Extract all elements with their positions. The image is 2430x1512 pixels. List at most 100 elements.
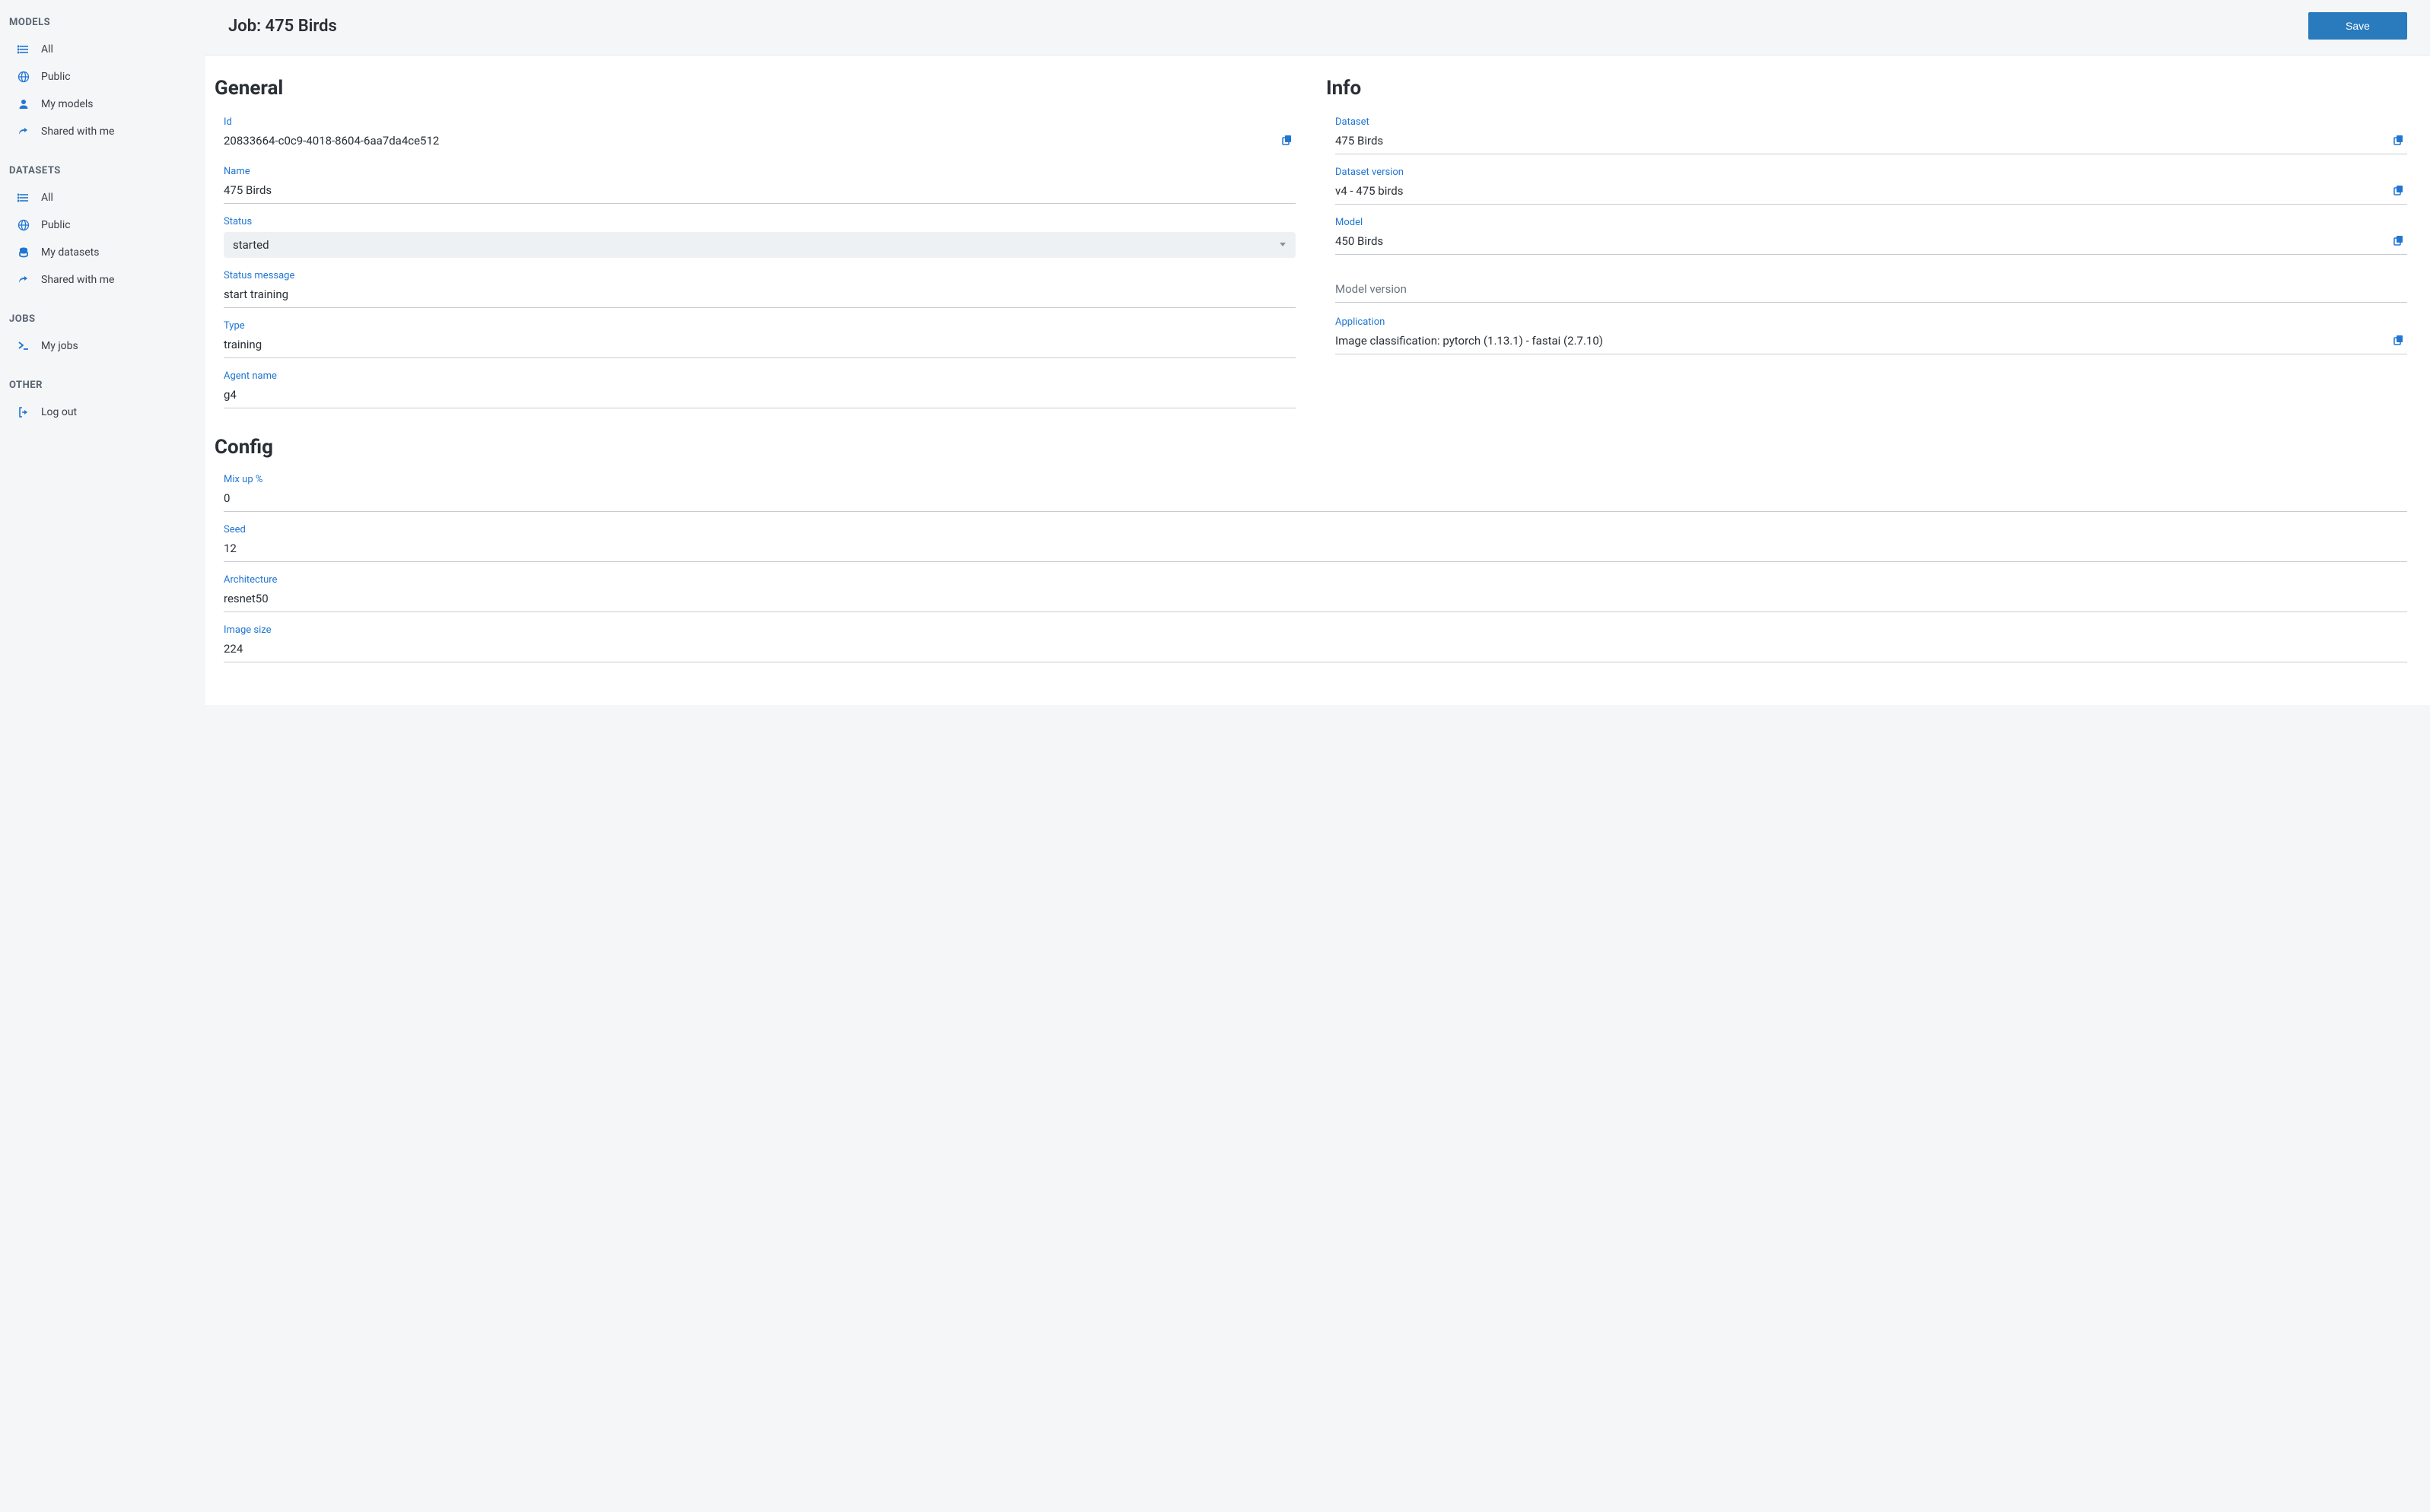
page-header: Job: 475 Birds Save xyxy=(205,0,2430,55)
field-label-seed: Seed xyxy=(224,524,2407,535)
sidebar-item-models-all[interactable]: All xyxy=(8,36,198,63)
sidebar-item-label: Public xyxy=(41,71,71,83)
field-application: Application Image classification: pytorc… xyxy=(1334,316,2407,354)
status-select-value: started xyxy=(233,238,269,252)
field-mixup: Mix up % 0 xyxy=(222,474,2407,512)
open-dataset-button[interactable] xyxy=(2389,132,2407,150)
general-section: General Id 20833664-c0c9-4018-8604-6aa7d… xyxy=(222,77,1296,421)
field-architecture: Architecture resnet50 xyxy=(222,574,2407,612)
sidebar-item-label: My jobs xyxy=(41,340,78,352)
field-label-application: Application xyxy=(1335,316,2407,328)
dataset-version-value: v4 - 475 birds xyxy=(1335,181,2389,201)
mixup-input[interactable]: 0 xyxy=(224,488,2407,508)
field-label-dataset-version: Dataset version xyxy=(1335,167,2407,178)
terminal-icon xyxy=(17,340,30,352)
field-type: Type training xyxy=(222,320,1296,358)
sidebar-item-datasets-all[interactable]: All xyxy=(8,184,198,211)
page-title: Job: 475 Birds xyxy=(228,17,337,36)
field-status-message: Status message start training xyxy=(222,270,1296,308)
type-value: training xyxy=(224,335,1296,354)
field-label-mixup: Mix up % xyxy=(224,474,2407,485)
architecture-input[interactable]: resnet50 xyxy=(224,589,2407,608)
open-dataset-version-button[interactable] xyxy=(2389,183,2407,200)
config-title: Config xyxy=(215,436,2407,459)
field-label-dataset: Dataset xyxy=(1335,116,2407,128)
logout-icon xyxy=(17,406,30,418)
field-label-model-version: Model version xyxy=(1335,279,1407,299)
field-label-name: Name xyxy=(224,166,1296,177)
sidebar-item-models-shared[interactable]: Shared with me xyxy=(8,118,198,145)
application-value: Image classification: pytorch (1.13.1) -… xyxy=(1335,331,2389,351)
status-message-input[interactable]: start training xyxy=(224,284,1296,304)
open-external-icon xyxy=(2392,334,2404,348)
sidebar-item-label: Shared with me xyxy=(41,274,114,286)
image-size-input[interactable]: 224 xyxy=(224,639,2407,659)
sidebar-section-models: MODELS All Public My models xyxy=(8,14,198,145)
field-dataset: Dataset 475 Birds xyxy=(1334,116,2407,154)
open-model-button[interactable] xyxy=(2389,233,2407,250)
field-status: Status started xyxy=(222,216,1296,258)
field-value-id: 20833664-c0c9-4018-8604-6aa7da4ce512 xyxy=(224,131,1277,151)
name-input[interactable]: 475 Birds xyxy=(224,180,1296,200)
chevron-down-icon xyxy=(1279,239,1287,251)
field-label-architecture: Architecture xyxy=(224,574,2407,586)
open-application-button[interactable] xyxy=(2389,332,2407,350)
copy-id-button[interactable] xyxy=(1277,132,1296,150)
sidebar-heading-datasets: DATASETS xyxy=(8,162,198,184)
sidebar-item-label: My datasets xyxy=(41,246,99,259)
info-section: Info Dataset 475 Birds Dataset version xyxy=(1334,77,2407,421)
sidebar-item-my-datasets[interactable]: My datasets xyxy=(8,239,198,266)
user-icon xyxy=(17,98,30,110)
copy-icon xyxy=(1280,134,1293,148)
sidebar-item-label: All xyxy=(41,192,53,204)
info-title: Info xyxy=(1326,77,2407,100)
open-external-icon xyxy=(2392,134,2404,148)
field-label-agent-name: Agent name xyxy=(224,370,1296,382)
sidebar-item-datasets-shared[interactable]: Shared with me xyxy=(8,266,198,294)
content-card: General Id 20833664-c0c9-4018-8604-6aa7d… xyxy=(205,55,2430,705)
sidebar-heading-models: MODELS xyxy=(8,14,198,36)
agent-name-value: g4 xyxy=(224,385,1296,405)
field-label-type: Type xyxy=(224,320,1296,332)
sidebar-item-label: All xyxy=(41,43,53,56)
field-name: Name 475 Birds xyxy=(222,166,1296,204)
sidebar-heading-other: OTHER xyxy=(8,376,198,399)
field-label-id: Id xyxy=(224,116,1296,128)
main-content: Job: 475 Birds Save General Id 20833664-… xyxy=(205,0,2430,1512)
save-button[interactable]: Save xyxy=(2308,12,2407,40)
globe-icon xyxy=(17,71,30,83)
config-section: Config Mix up % 0 Seed 12 Architecture xyxy=(222,421,2407,675)
sidebar-item-label: My models xyxy=(41,98,94,110)
open-external-icon xyxy=(2392,234,2404,249)
share-icon xyxy=(17,274,30,286)
sidebar-item-logout[interactable]: Log out xyxy=(8,399,198,426)
sidebar-item-label: Public xyxy=(41,219,71,231)
field-seed: Seed 12 xyxy=(222,524,2407,562)
sidebar-section-jobs: JOBS My jobs xyxy=(8,310,198,360)
dataset-value: 475 Birds xyxy=(1335,131,2389,151)
sidebar-item-my-jobs[interactable]: My jobs xyxy=(8,332,198,360)
field-image-size: Image size 224 xyxy=(222,624,2407,662)
model-value: 450 Birds xyxy=(1335,231,2389,251)
field-model-version: Model version xyxy=(1334,276,2407,303)
sidebar-item-models-public[interactable]: Public xyxy=(8,63,198,91)
general-title: General xyxy=(215,77,1296,100)
field-label-status: Status xyxy=(224,216,1296,227)
sidebar-item-my-models[interactable]: My models xyxy=(8,91,198,118)
seed-input[interactable]: 12 xyxy=(224,538,2407,558)
sidebar-section-other: OTHER Log out xyxy=(8,376,198,426)
database-icon xyxy=(17,246,30,259)
sidebar-item-datasets-public[interactable]: Public xyxy=(8,211,198,239)
field-agent-name: Agent name g4 xyxy=(222,370,1296,408)
sidebar-heading-jobs: JOBS xyxy=(8,310,198,332)
globe-icon xyxy=(17,219,30,231)
field-model: Model 450 Birds xyxy=(1334,217,2407,255)
status-select[interactable]: started xyxy=(224,232,1296,258)
sidebar-item-label: Shared with me xyxy=(41,125,114,138)
field-label-model: Model xyxy=(1335,217,2407,228)
list-icon xyxy=(17,43,30,56)
sidebar: MODELS All Public My models xyxy=(0,0,205,1512)
sidebar-section-datasets: DATASETS All Public My datasets xyxy=(8,162,198,294)
open-external-icon xyxy=(2392,184,2404,199)
field-label-status-message: Status message xyxy=(224,270,1296,281)
